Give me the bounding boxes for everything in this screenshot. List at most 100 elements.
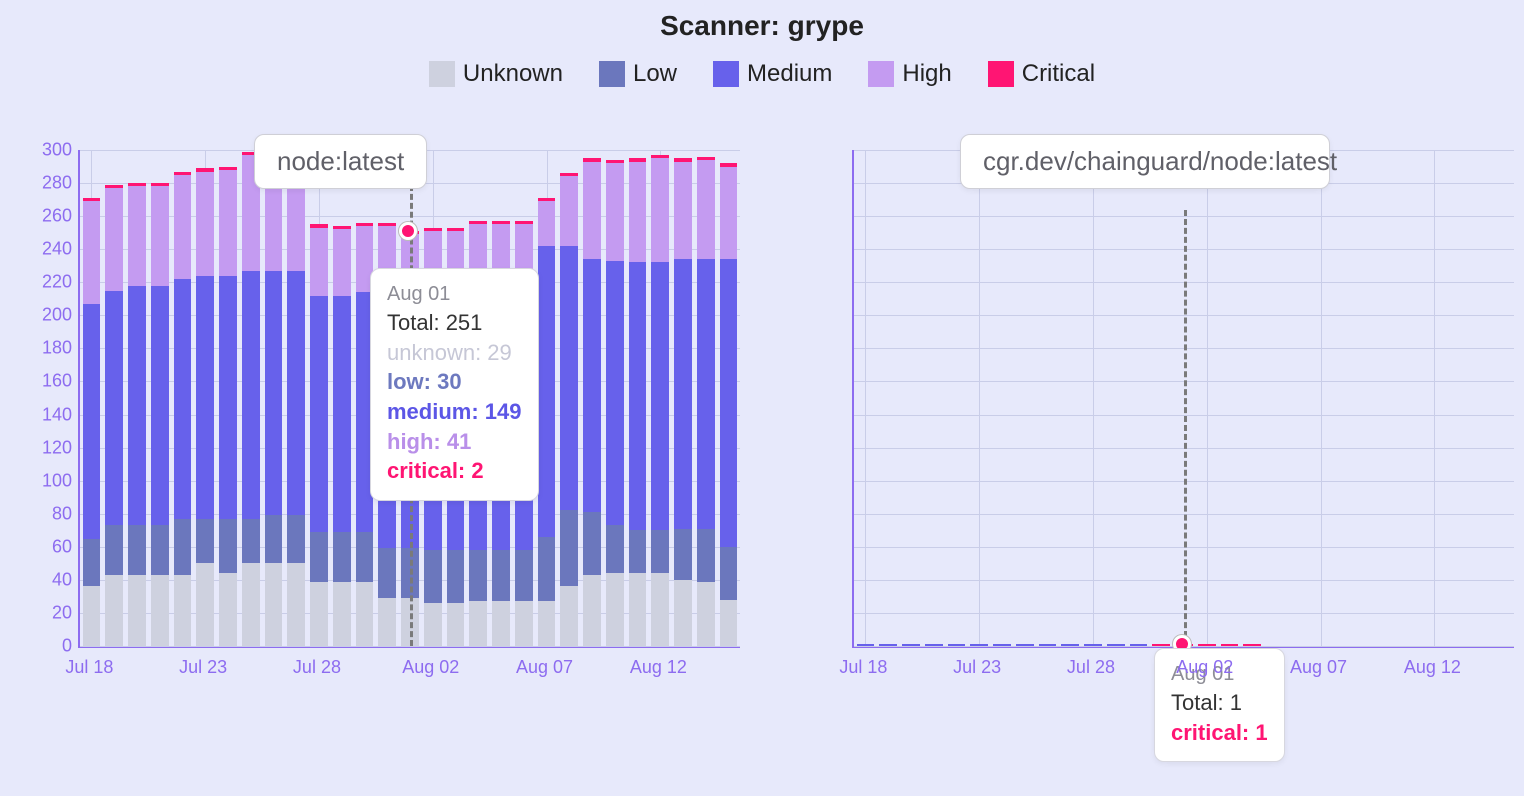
bar-segment-critical xyxy=(447,228,465,231)
bar[interactable] xyxy=(1130,644,1148,646)
x-tick: Jul 23 xyxy=(179,657,227,678)
bar-segment-low xyxy=(560,510,578,586)
swatch-critical xyxy=(988,61,1014,87)
bar[interactable] xyxy=(1016,644,1034,646)
legend-item-critical[interactable]: Critical xyxy=(988,60,1095,88)
x-tick: Aug 12 xyxy=(1404,657,1461,678)
bar[interactable] xyxy=(219,167,237,646)
bar[interactable] xyxy=(560,173,578,646)
bar[interactable] xyxy=(970,644,988,646)
bar-segment-critical xyxy=(606,160,624,163)
bar-segment-medium xyxy=(196,276,214,519)
y-tick: 80 xyxy=(28,503,72,524)
bar[interactable] xyxy=(674,158,692,646)
bar-segment-medium xyxy=(606,261,624,526)
bar[interactable] xyxy=(857,644,875,646)
y-tick: 200 xyxy=(28,305,72,326)
swatch-low xyxy=(599,61,625,87)
bar-segment-unknown xyxy=(196,563,214,646)
bar[interactable] xyxy=(606,160,624,646)
panel-label-right: cgr.dev/chainguard/node:latest xyxy=(960,134,1330,189)
x-tick: Jul 18 xyxy=(839,657,887,678)
bar[interactable] xyxy=(242,152,260,646)
bar-segment-high xyxy=(174,175,192,279)
bar-segment-medium xyxy=(560,246,578,511)
x-tick: Jul 23 xyxy=(953,657,1001,678)
bar[interactable] xyxy=(993,644,1011,646)
bar[interactable] xyxy=(265,152,283,646)
bar-segment-low xyxy=(424,550,442,603)
bar[interactable] xyxy=(1084,644,1102,646)
bar[interactable] xyxy=(1221,644,1239,646)
bar[interactable] xyxy=(1243,644,1261,646)
bar[interactable] xyxy=(629,158,647,646)
bar[interactable] xyxy=(287,153,305,646)
y-tick: 0 xyxy=(28,636,72,657)
y-tick: 220 xyxy=(28,272,72,293)
bar-segment-unknown xyxy=(606,573,624,646)
bar[interactable] xyxy=(583,158,601,646)
bar[interactable] xyxy=(310,224,328,646)
y-tick: 140 xyxy=(28,404,72,425)
legend-label: Unknown xyxy=(463,60,563,88)
bar[interactable] xyxy=(1198,644,1216,646)
bar-segment-low xyxy=(492,550,510,601)
bar[interactable] xyxy=(720,163,738,646)
bar-segment-critical xyxy=(333,226,351,229)
bar-segment-low xyxy=(697,529,715,582)
bar[interactable] xyxy=(538,198,556,646)
bar[interactable] xyxy=(105,185,123,646)
crosshair-right xyxy=(1184,210,1187,646)
bar[interactable] xyxy=(651,155,669,646)
legend-item-low[interactable]: Low xyxy=(599,60,677,88)
y-tick: 20 xyxy=(28,602,72,623)
chart-title: Scanner: grype xyxy=(0,0,1524,42)
legend-item-unknown[interactable]: Unknown xyxy=(429,60,563,88)
bar[interactable] xyxy=(1061,644,1079,646)
plot-area-right[interactable] xyxy=(852,150,1514,648)
bar[interactable] xyxy=(128,183,146,646)
bar-segment-critical xyxy=(151,183,169,186)
bar-segment-medium xyxy=(970,644,988,646)
bar-segment-high xyxy=(219,170,237,276)
bar[interactable] xyxy=(879,644,897,646)
bar-segment-unknown xyxy=(356,582,374,646)
panel-label-left: node:latest xyxy=(254,134,427,189)
bar-segment-unknown xyxy=(83,586,101,646)
bar[interactable] xyxy=(697,157,715,646)
bar-segment-medium xyxy=(720,259,738,547)
bar-segment-low xyxy=(287,515,305,563)
bar-segment-unknown xyxy=(697,582,715,646)
bar[interactable] xyxy=(1107,644,1125,646)
bar[interactable] xyxy=(196,168,214,646)
x-tick: Aug 02 xyxy=(1176,657,1233,678)
bar-segment-critical xyxy=(1221,644,1239,646)
bar-segment-critical xyxy=(560,173,578,176)
bar-segment-medium xyxy=(629,262,647,530)
bar-segment-high xyxy=(151,186,169,285)
bar-segment-medium xyxy=(265,271,283,516)
bar[interactable] xyxy=(151,183,169,646)
bar[interactable] xyxy=(174,172,192,647)
legend-item-high[interactable]: High xyxy=(868,60,951,88)
x-tick: Aug 07 xyxy=(516,657,573,678)
bar-segment-medium xyxy=(151,286,169,526)
bar[interactable] xyxy=(902,644,920,646)
bar[interactable] xyxy=(948,644,966,646)
bar-segment-unknown xyxy=(378,598,396,646)
bar-segment-low xyxy=(128,525,146,575)
bar-segment-unknown xyxy=(651,573,669,646)
bar-segment-low xyxy=(447,550,465,603)
bar-segment-unknown xyxy=(674,580,692,646)
bar[interactable] xyxy=(925,644,943,646)
bar-segment-unknown xyxy=(105,575,123,646)
y-tick: 300 xyxy=(28,140,72,161)
tooltip-medium: medium: 149 xyxy=(387,397,522,427)
bar[interactable] xyxy=(83,198,101,646)
bar[interactable] xyxy=(333,226,351,646)
bar-segment-unknown xyxy=(629,573,647,646)
bar[interactable] xyxy=(1039,644,1057,646)
bar-segment-unknown xyxy=(219,573,237,646)
bar[interactable] xyxy=(1152,644,1170,646)
legend-item-medium[interactable]: Medium xyxy=(713,60,832,88)
